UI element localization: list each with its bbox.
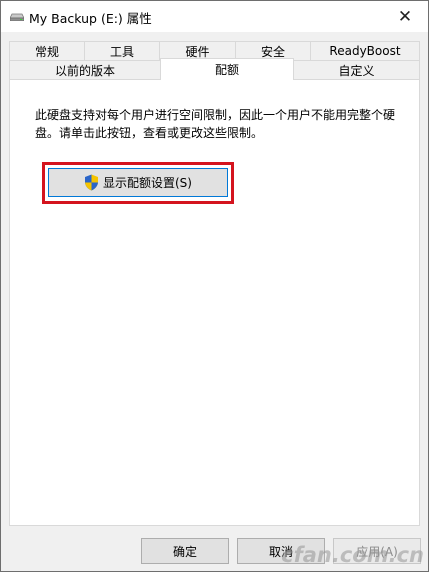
uac-shield-icon (85, 174, 98, 191)
tab-label: 常规 (34, 44, 59, 59)
tab-label: 工具 (109, 44, 134, 59)
tab-previous-versions[interactable]: 以前的版本 (9, 60, 161, 80)
tab-label: ReadyBoost (329, 44, 401, 58)
tab-label: 配额 (214, 63, 239, 77)
tab-label: 自定义 (338, 63, 375, 78)
drive-icon (10, 13, 24, 21)
show-quota-settings-button[interactable]: 显示配额设置(S) (48, 168, 228, 197)
tab-tools[interactable]: 工具 (84, 41, 160, 61)
tab-customize[interactable]: 自定义 (293, 60, 420, 80)
tab-quota[interactable]: 配额 (160, 58, 294, 80)
properties-window: My Backup (E:) 属性 ✕ 常规 工具 硬件 安全 ReadyBoo… (0, 0, 429, 572)
tab-label: 硬件 (185, 44, 210, 59)
quota-panel: 此硬盘支持对每个用户进行空间限制，因此一个用户不能用完整个硬盘。请单击此按钮，查… (9, 79, 420, 526)
tab-readyboost[interactable]: ReadyBoost (310, 41, 420, 61)
title-bar[interactable]: My Backup (E:) 属性 ✕ (1, 1, 428, 32)
ok-label: 确定 (172, 544, 197, 559)
watermark: cfan.com.cn (281, 543, 424, 567)
close-icon: ✕ (397, 6, 413, 27)
close-button[interactable]: ✕ (382, 1, 428, 32)
tab-general[interactable]: 常规 (9, 41, 85, 61)
quota-description: 此硬盘支持对每个用户进行空间限制，因此一个用户不能用完整个硬盘。请单击此按钮，查… (35, 108, 396, 140)
tab-label: 以前的版本 (54, 63, 115, 78)
ok-button[interactable]: 确定 (141, 538, 229, 564)
tab-label: 安全 (260, 44, 285, 59)
window-title: My Backup (E:) 属性 (29, 11, 152, 26)
show-quota-settings-label: 显示配额设置(S) (103, 176, 192, 190)
